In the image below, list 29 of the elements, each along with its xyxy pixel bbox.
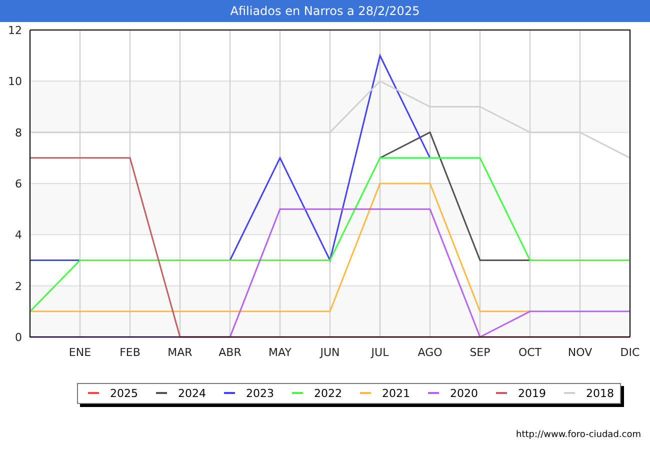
chart-title: Afiliados en Narros a 28/2/2025 [230, 4, 420, 18]
legend-label: 2024 [178, 386, 206, 400]
x-tick-label: ENE [68, 346, 92, 359]
x-tick-label: SEP [470, 346, 490, 359]
x-tick-label: JUL [371, 346, 389, 359]
y-tick-label: 4 [15, 228, 22, 242]
y-tick-label: 10 [8, 75, 22, 88]
x-tick-label: MAY [268, 346, 292, 359]
x-tick-label: OCT [518, 346, 542, 359]
x-tick-label: NOV [568, 346, 592, 359]
legend-label: 2021 [382, 386, 410, 400]
legend-label: 2020 [450, 386, 478, 400]
y-tick-label: 8 [15, 126, 22, 140]
y-tick-label: 6 [15, 178, 22, 190]
legend-label: 2023 [246, 386, 274, 400]
x-tick-label: AGO [418, 346, 442, 359]
x-tick-label: ABR [218, 346, 242, 359]
x-tick-label: FEB [120, 346, 140, 359]
y-tick-label: 2 [15, 280, 22, 293]
source-url: http://www.foro-ciudad.com [516, 430, 641, 440]
x-tick-label: DIC [620, 346, 640, 359]
y-tick-label: 12 [8, 24, 22, 37]
legend-label: 2022 [314, 386, 342, 400]
y-tick-label: 0 [15, 331, 22, 344]
legend-label: 2019 [518, 386, 546, 400]
legend-label: 2018 [586, 386, 614, 400]
x-tick-label: JUN [320, 346, 340, 359]
x-tick-label: MAR [168, 346, 192, 359]
legend-label: 2025 [110, 386, 138, 400]
